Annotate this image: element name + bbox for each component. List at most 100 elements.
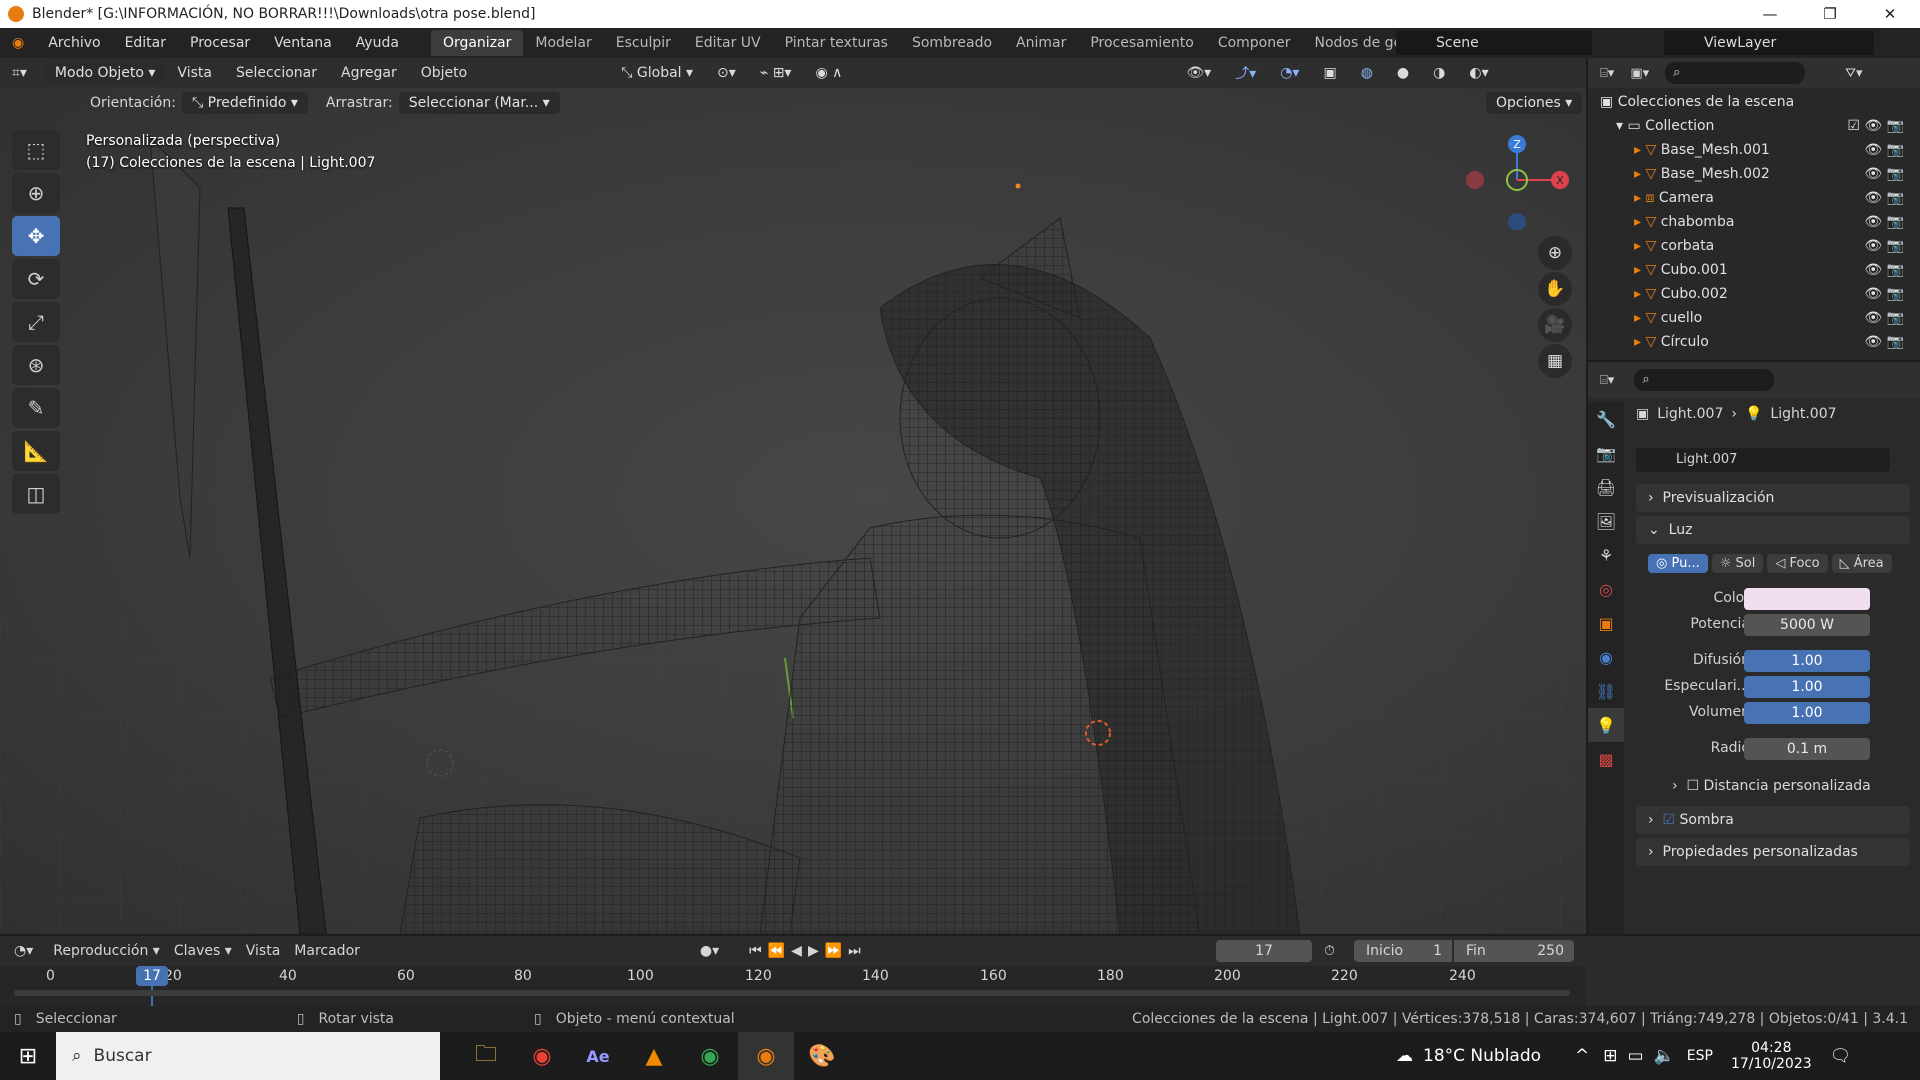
move-tool[interactable]: ✥ xyxy=(12,216,60,256)
editor-type-icon[interactable]: ⌗▾ xyxy=(0,65,39,81)
tray-clock[interactable]: 04:28 17/10/2023 xyxy=(1731,1040,1812,1072)
proportional-edit-icon[interactable]: ◉ ∧ xyxy=(803,65,854,81)
camera-view-icon[interactable]: 🎥 xyxy=(1538,308,1572,342)
end-frame-field[interactable]: Fin 250 xyxy=(1454,940,1574,962)
pivot-icon[interactable]: ⊙▾ xyxy=(705,65,748,81)
menu-ayuda[interactable]: Ayuda xyxy=(344,35,411,51)
outliner-item[interactable]: ▸ ▽ corbata 👁 📷 xyxy=(1588,234,1920,258)
volume-field[interactable]: 1.00 xyxy=(1744,702,1870,724)
properties-editor-icon[interactable]: ⌸▾ xyxy=(1600,373,1614,388)
options-dropdown[interactable]: Opciones ▾ xyxy=(1486,92,1583,114)
menu-vista[interactable]: Vista xyxy=(165,65,224,81)
3d-viewport[interactable]: ⌗▾ Modo Objeto ▾ Vista Seleccionar Agreg… xyxy=(0,58,1586,934)
gizmo-toggle-icon[interactable]: ⤴▾ xyxy=(1223,63,1268,83)
select-box-tool[interactable]: ⬚ xyxy=(12,130,60,170)
tab-esculpir[interactable]: Esculpir xyxy=(604,30,683,56)
sun-light-button[interactable]: ☼ Sol xyxy=(1711,554,1764,573)
scene-selector[interactable]: Scene xyxy=(1396,31,1592,55)
snap-icon[interactable]: ⌁ ⊞▾ xyxy=(748,65,804,81)
marker-menu[interactable]: Marcador xyxy=(294,943,360,959)
transform-tool[interactable]: ⊛ xyxy=(12,345,60,385)
rotate-tool[interactable]: ⟳ xyxy=(12,259,60,299)
collection-row[interactable]: ▾ ▭ Collection ☑ 👁 📷 xyxy=(1588,114,1920,138)
eye-camera-icons[interactable]: 👁 📷 xyxy=(1864,142,1904,158)
tray-network-icon[interactable]: ⊞ xyxy=(1603,1046,1617,1066)
menu-seleccionar[interactable]: Seleccionar xyxy=(224,65,329,81)
shading-solid-icon[interactable]: ● xyxy=(1385,65,1421,81)
custom-properties-panel[interactable]: › Propiedades personalizadas xyxy=(1636,838,1910,866)
shading-material-icon[interactable]: ◑ xyxy=(1421,65,1457,81)
scale-tool[interactable]: ⤢ xyxy=(12,302,60,342)
start-frame-field[interactable]: Inicio 1 xyxy=(1354,940,1452,962)
outliner-item[interactable]: ▸ ▽ Base_Mesh.001 👁 📷 xyxy=(1588,138,1920,162)
eye-camera-icons[interactable]: 👁 📷 xyxy=(1864,214,1904,230)
vlc-icon[interactable]: ▲ xyxy=(626,1032,682,1080)
add-cube-tool[interactable]: ◫ xyxy=(12,474,60,514)
menu-ventana[interactable]: Ventana xyxy=(262,35,344,51)
output-tab-icon[interactable]: 🖨 xyxy=(1588,470,1624,504)
outliner-item[interactable]: ▸ ▽ Base_Mesh.002 👁 📷 xyxy=(1588,162,1920,186)
shading-wireframe-icon[interactable]: ◍ xyxy=(1349,65,1385,81)
after-effects-icon[interactable]: Ae xyxy=(570,1032,626,1080)
overlays-icon[interactable]: ◔▾ xyxy=(1268,65,1311,81)
timeline-scrollbar[interactable] xyxy=(14,990,1570,996)
display-mode-icon[interactable]: ▣▾ xyxy=(1630,66,1649,81)
render-tab-icon[interactable]: 📷 xyxy=(1588,436,1624,470)
eye-camera-icons[interactable]: 👁 📷 xyxy=(1864,166,1904,182)
diffuse-field[interactable]: 1.00 xyxy=(1744,650,1870,672)
menu-editar[interactable]: Editar xyxy=(113,35,178,51)
viewlayer-selector[interactable]: ViewLayer xyxy=(1664,31,1874,55)
tool-tab-icon[interactable]: 🔧 xyxy=(1588,402,1624,436)
playback-controls[interactable]: ⏮⏪◀▶⏩⏭ xyxy=(749,943,867,959)
outliner-item[interactable]: ▸ ▽ Círculo 👁 📷 xyxy=(1588,330,1920,354)
weather-cloud-icon[interactable]: ☁ xyxy=(1396,1046,1413,1066)
shadow-panel[interactable]: › ☑ Sombra xyxy=(1636,806,1910,834)
shading-rendered-icon[interactable]: ◐▾ xyxy=(1457,65,1500,81)
zoom-icon[interactable]: ⊕ xyxy=(1538,236,1572,270)
object-tab-icon[interactable]: ▣ xyxy=(1588,606,1624,640)
tab-editar-uv[interactable]: Editar UV xyxy=(683,30,773,56)
eye-camera-icons[interactable]: 👁 📷 xyxy=(1864,334,1904,350)
chrome-profile-icon[interactable]: ◉ xyxy=(682,1032,738,1080)
weather-text[interactable]: 18°C Nublado xyxy=(1423,1046,1541,1066)
menu-objeto[interactable]: Objeto xyxy=(409,65,479,81)
visibility-icon[interactable]: 👁▾ xyxy=(1174,65,1223,81)
chrome-icon[interactable]: ◉ xyxy=(514,1032,570,1080)
filter-icon[interactable]: ⛛▾ xyxy=(1845,66,1862,81)
outliner-item[interactable]: ▸ ▽ Cubo.002 👁 📷 xyxy=(1588,282,1920,306)
power-field[interactable]: 5000 W xyxy=(1744,614,1870,636)
orientation-dropdown[interactable]: ⤡ Predefinido ▾ xyxy=(181,92,308,114)
close-button[interactable]: ✕ xyxy=(1860,5,1920,23)
tab-organizar[interactable]: Organizar xyxy=(430,30,524,56)
outliner-item[interactable]: ▸ ▽ chabomba 👁 📷 xyxy=(1588,210,1920,234)
navigation-gizmo[interactable]: Z X xyxy=(1460,130,1580,230)
texture-tab-icon[interactable]: ▩ xyxy=(1588,742,1624,776)
autokey-icon[interactable]: ●▾ xyxy=(700,943,719,959)
point-light-button[interactable]: ◎ Pu... xyxy=(1648,554,1708,573)
pan-hand-icon[interactable]: ✋ xyxy=(1538,272,1572,306)
color-swatch[interactable] xyxy=(1744,588,1870,610)
file-explorer-icon[interactable]: 🗀 xyxy=(458,1032,514,1080)
tray-display-icon[interactable]: ▭ xyxy=(1628,1046,1644,1066)
eye-camera-icons[interactable]: 👁 📷 xyxy=(1864,190,1904,206)
spot-light-button[interactable]: ◁ Foco xyxy=(1767,554,1828,573)
preview-panel[interactable]: › Previsualización xyxy=(1636,484,1910,512)
light-datablock-field[interactable]: Light.007 xyxy=(1636,448,1890,472)
notifications-icon[interactable]: 🗨 xyxy=(1830,1046,1852,1066)
tray-volume-icon[interactable]: 🔈 xyxy=(1654,1046,1675,1066)
tray-language[interactable]: ESP xyxy=(1687,1048,1713,1064)
area-light-button[interactable]: ◺ Área xyxy=(1831,554,1892,573)
light-data-tab-icon[interactable]: 💡 xyxy=(1588,708,1624,742)
windows-start-icon[interactable]: ⊞ xyxy=(0,1032,56,1080)
menu-procesar[interactable]: Procesar xyxy=(178,35,262,51)
cursor-tool[interactable]: ⊕ xyxy=(12,173,60,213)
maximize-button[interactable]: ❐ xyxy=(1800,5,1860,23)
world-tab-icon[interactable]: ◎ xyxy=(1588,572,1624,606)
view-layer-tab-icon[interactable]: 🖼 xyxy=(1588,504,1624,538)
menu-agregar[interactable]: Agregar xyxy=(329,65,409,81)
mode-dropdown[interactable]: Modo Objeto ▾ xyxy=(44,62,166,84)
minimize-button[interactable]: — xyxy=(1740,5,1800,23)
outliner-search-input[interactable]: ⌕ xyxy=(1665,62,1806,84)
specular-field[interactable]: 1.00 xyxy=(1744,676,1870,698)
outliner-item[interactable]: ▸ ▽ Cubo.001 👁 📷 xyxy=(1588,258,1920,282)
